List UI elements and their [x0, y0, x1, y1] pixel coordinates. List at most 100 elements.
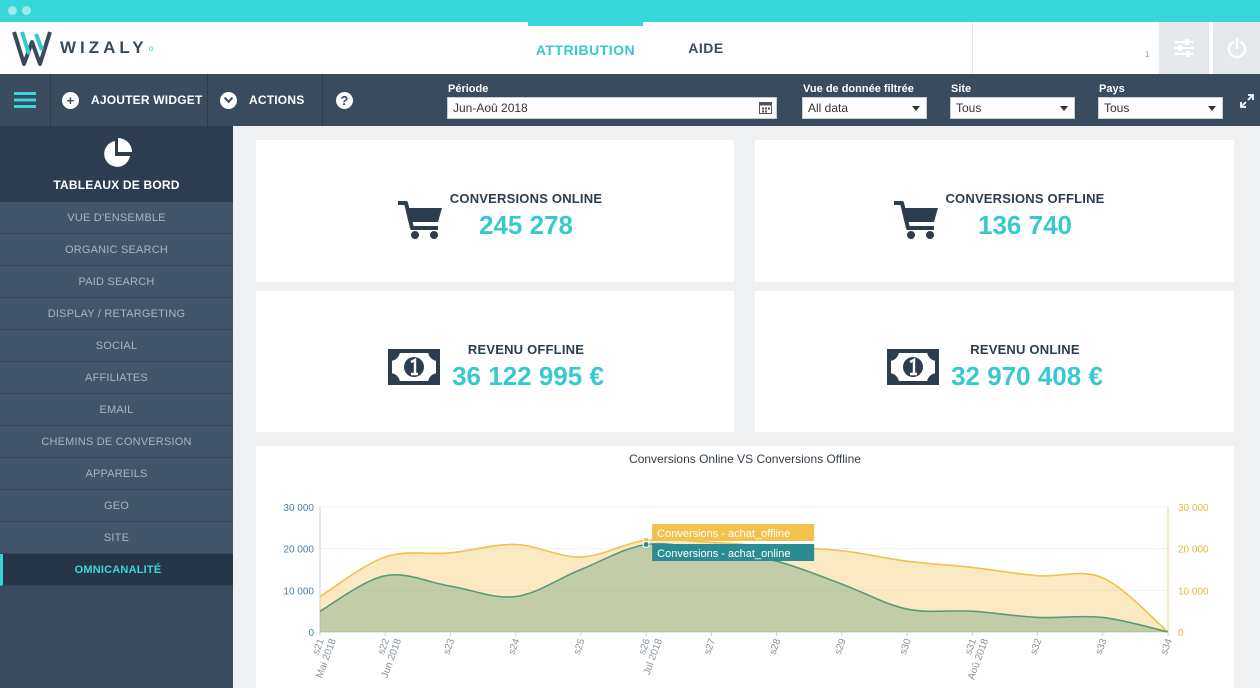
pie-chart-icon — [104, 138, 132, 167]
chevron-down-icon — [220, 91, 237, 109]
country-select[interactable]: Tous — [1098, 97, 1223, 119]
sidebar: TABLEAUX DE BORD VUE D'ENSEMBLE ORGANIC … — [0, 126, 233, 688]
y-tick-label-left: 30 000 — [283, 503, 314, 514]
x-tick-label: s27 — [702, 637, 718, 656]
actions-button[interactable]: ACTIONS — [220, 74, 304, 126]
kpi-value: 136 740 — [978, 210, 1072, 240]
wizaly-logo-icon — [12, 31, 52, 66]
tab-aide[interactable]: AIDE — [670, 22, 742, 74]
sidebar-item-email[interactable]: EMAIL — [0, 394, 233, 426]
country-value: Tous — [1104, 101, 1130, 115]
site-label: Site — [951, 83, 972, 95]
x-tick-label: s25 — [572, 637, 588, 656]
site-select[interactable]: Tous — [950, 97, 1075, 119]
cart-icon — [398, 201, 442, 239]
period-input[interactable]: Jun-Aoû 2018 — [447, 97, 777, 119]
kpi-value: 32 970 408 € — [951, 361, 1103, 391]
x-tick-label: s33 — [1094, 637, 1110, 656]
brand-mark-dot: o — [148, 43, 154, 53]
sidebar-item-social[interactable]: SOCIAL — [0, 330, 233, 362]
help-button[interactable]: ? — [336, 74, 365, 126]
toolbar-separator — [50, 74, 51, 126]
dashboard-toolbar: + AJOUTER WIDGET ACTIONS ? Période Jun-A… — [0, 74, 1260, 126]
hamburger-icon — [14, 92, 36, 108]
tooltip-label-online: Conversions - achat_online — [657, 548, 790, 560]
y-tick-label-right: 30 000 — [1178, 503, 1209, 514]
x-tick-label: s29 — [833, 637, 849, 656]
conversions-area-chart[interactable]: 0 0 10 000 10 000 20 000 20 000 30 000 30 000 s2… — [256, 446, 1234, 688]
kpi-card-revenu-offline: REVENU OFFLINE 36 122 995 € — [256, 291, 734, 432]
plus-icon: + — [62, 91, 79, 109]
window-close-dot[interactable] — [8, 6, 17, 15]
window-minimize-dot[interactable] — [22, 6, 31, 15]
y-tick-label-right: 10 000 — [1178, 586, 1209, 597]
top-divider — [972, 22, 973, 74]
sidebar-menu: VUE D'ENSEMBLE ORGANIC SEARCH PAID SEARC… — [0, 202, 233, 586]
x-tick-label: s23 — [441, 637, 457, 656]
kpi-value: 36 122 995 € — [452, 361, 604, 391]
sidebar-item-organic-search[interactable]: ORGANIC SEARCH — [0, 234, 233, 266]
view-select[interactable]: All data — [802, 97, 927, 119]
sidebar-item-appareils[interactable]: APPAREILS — [0, 458, 233, 490]
dropdown-caret-icon — [912, 106, 920, 111]
period-value: Jun-Aoû 2018 — [453, 101, 528, 115]
settings-button[interactable] — [1159, 22, 1209, 74]
x-tick-label: s30 — [898, 637, 914, 656]
add-widget-button[interactable]: + AJOUTER WIDGET — [62, 74, 202, 126]
banknote-icon — [887, 349, 939, 385]
sidebar-item-site[interactable]: SITE — [0, 522, 233, 554]
cart-icon — [894, 201, 938, 239]
site-value: Tous — [956, 101, 982, 115]
view-label: Vue de donnée filtrée — [803, 83, 914, 95]
tooltip-label-offline: Conversions - achat_offline — [657, 528, 790, 540]
brand-name: WIZALY — [60, 38, 148, 57]
chart-card: Conversions Online VS Conversions Offlin… — [256, 446, 1234, 688]
logout-button[interactable] — [1211, 22, 1260, 74]
kpi-label: CONVERSIONS OFFLINE — [945, 191, 1105, 206]
sidebar-item-vue-ensemble[interactable]: VUE D'ENSEMBLE — [0, 202, 233, 234]
y-tick-label-left: 20 000 — [283, 545, 314, 556]
actions-label: ACTIONS — [249, 93, 305, 107]
kpi-card-revenu-online: REVENU ONLINE 32 970 408 € — [755, 291, 1234, 432]
y-tick-label-left: 0 — [308, 628, 314, 639]
sidebar-item-paid-search[interactable]: PAID SEARCH — [0, 266, 233, 298]
period-label: Période — [448, 83, 489, 95]
country-label: Pays — [1099, 83, 1125, 95]
view-value: All data — [808, 101, 849, 115]
brand-logo[interactable]: WIZALY o — [12, 28, 153, 68]
power-icon — [1227, 37, 1246, 59]
calendar-icon[interactable] — [759, 101, 772, 114]
help-icon: ? — [336, 91, 353, 109]
x-tick-label: s24 — [507, 637, 523, 656]
window-titlebar — [0, 0, 1260, 22]
kpi-label: CONVERSIONS ONLINE — [449, 191, 603, 206]
x-tick-label: s28 — [768, 637, 784, 656]
sidebar-item-omnicanalite[interactable]: OMNICANALITÉ — [0, 554, 233, 586]
kpi-label: REVENU OFFLINE — [467, 342, 585, 357]
menu-button[interactable] — [0, 74, 50, 126]
sidebar-header: TABLEAUX DE BORD — [0, 126, 233, 202]
dropdown-caret-icon — [1208, 106, 1216, 111]
tooltip-point — [642, 541, 650, 548]
toolbar-separator — [322, 74, 323, 126]
top-navigation: WIZALY o ATTRIBUTION AIDE 1 — [0, 22, 1260, 74]
x-tick-label: s32 — [1029, 637, 1045, 656]
sliders-icon — [1174, 39, 1194, 57]
sidebar-item-display-retargeting[interactable]: DISPLAY / RETARGETING — [0, 298, 233, 330]
add-widget-label: AJOUTER WIDGET — [91, 93, 203, 107]
y-tick-label-right: 0 — [1178, 628, 1184, 639]
toolbar-separator — [207, 74, 208, 126]
banknote-icon — [388, 349, 440, 385]
expand-icon[interactable] — [1240, 94, 1254, 108]
sidebar-title: TABLEAUX DE BORD — [53, 178, 180, 192]
kpi-card-conversions-offline: CONVERSIONS OFFLINE 136 740 — [755, 140, 1234, 282]
kpi-value: 245 278 — [479, 210, 573, 240]
sidebar-item-chemins-conversion[interactable]: CHEMINS DE CONVERSION — [0, 426, 233, 458]
dropdown-caret-icon — [1060, 106, 1068, 111]
top-indicator: 1 — [1145, 50, 1150, 59]
tab-attribution[interactable]: ATTRIBUTION — [528, 22, 643, 74]
sidebar-item-affiliates[interactable]: AFFILIATES — [0, 362, 233, 394]
kpi-label: REVENU ONLINE — [970, 342, 1080, 357]
sidebar-item-geo[interactable]: GEO — [0, 490, 233, 522]
kpi-card-conversions-online: CONVERSIONS ONLINE 245 278 — [256, 140, 734, 282]
